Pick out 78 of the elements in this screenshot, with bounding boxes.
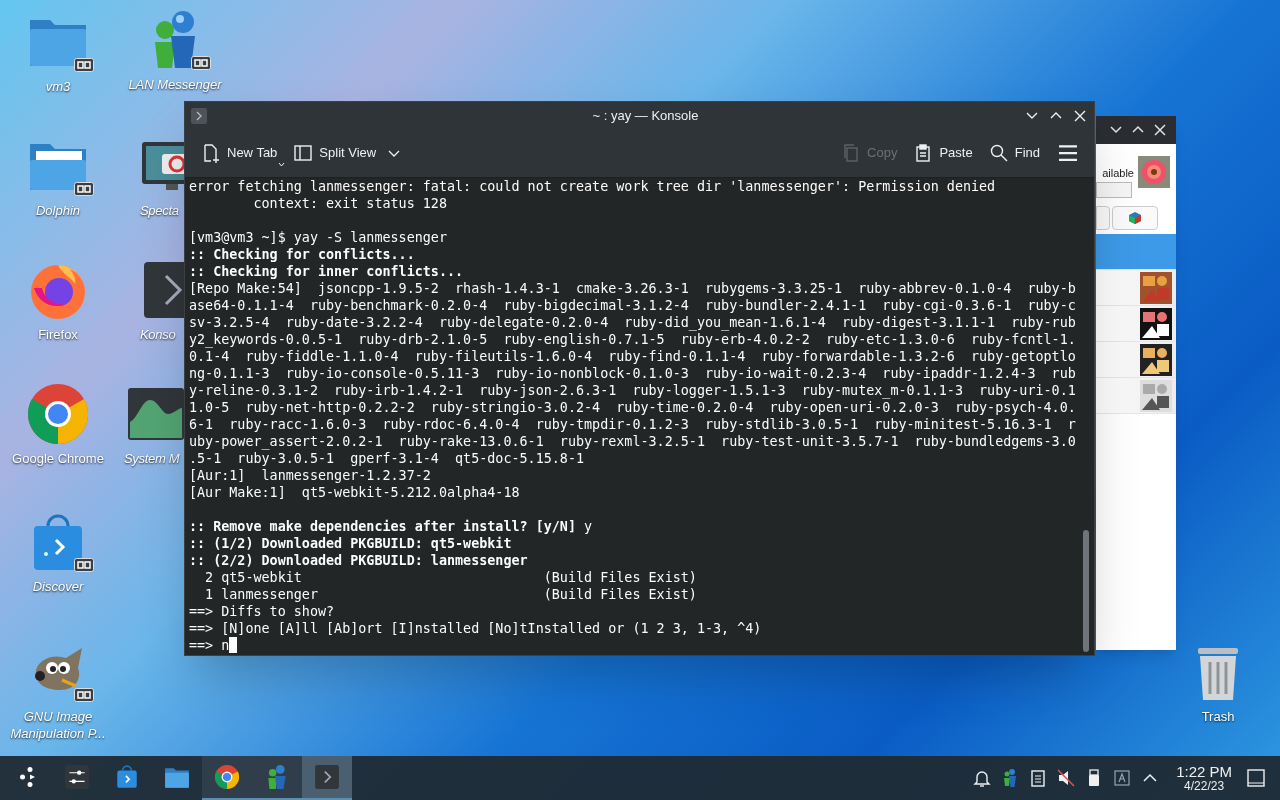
- terminal-line: :: Checking for conflicts...: [189, 246, 416, 263]
- clock-time[interactable]: 1:22 PM: [1176, 763, 1232, 780]
- chrome-icon: [214, 764, 240, 790]
- caret-icon: [278, 162, 286, 167]
- link-badge-icon: [191, 56, 211, 70]
- taskbar-app-button[interactable]: [202, 756, 252, 800]
- terminal-line: [Aur:1] lanmessenger-1.2.37-2: [189, 467, 432, 484]
- keyboard-layout-icon[interactable]: [1112, 768, 1133, 788]
- icon-label[interactable]: System M: [124, 450, 180, 467]
- icon-label[interactable]: Trash: [1201, 708, 1235, 725]
- terminal-line: :: Checking for inner conflicts...: [189, 263, 465, 280]
- text-field[interactable]: [1096, 182, 1132, 198]
- status-label: ailable: [1102, 166, 1134, 180]
- terminal-line: :: (1/2) Downloaded PKGBUILD: qt5-webkit: [189, 535, 513, 552]
- terminal-line: error fetching lanmessenger: fatal: could not create work tree dir 'lanmessenger': Permission denied: [189, 178, 997, 195]
- scrollbar-thumb[interactable]: [1083, 530, 1089, 652]
- cube-button[interactable]: [1112, 206, 1158, 230]
- paste-button[interactable]: Paste: [907, 137, 979, 169]
- find-button[interactable]: Find: [982, 137, 1046, 169]
- terminal-line: sv-3.2.5-4 ruby-date-3.2.2-4 ruby-delegate-0.2.0-4 ruby-did_you_mean-1.6.1-4 ruby-digest-3.1.1-1 ruby-rub: [189, 314, 1077, 331]
- link-badge-icon: [74, 58, 94, 72]
- launcher-icon: [19, 767, 35, 787]
- terminal-line: [Repo Make:54] jsoncpp-1.9.5-2 rhash-1.4.3-1 cmake-3.26.3-1 rubygems-3.3.25-1 ruby-abbrev-0.1.0-4 ruby-b: [189, 280, 1077, 297]
- search-icon: [988, 143, 1009, 163]
- terminal-line: ==> [N]one [A]ll [Ab]ort [I]nstalled [No]tInstalled or (1 2 3, 1-3, ^4): [189, 620, 763, 637]
- sliders-icon: [64, 764, 90, 790]
- new-tab-button[interactable]: New Tab: [195, 137, 284, 169]
- taskbar-app-button[interactable]: [302, 756, 352, 800]
- clock-date[interactable]: 4/22/23: [1184, 780, 1225, 793]
- terminal-line: y-reline-0.3.1-2 ruby-irb-1.4.2-1 ruby-json-2.6.3-1 ruby-logger-1.5.1-3 ruby-mutex_m-0.1.1-3 ruby-uri-0.1: [189, 382, 1077, 399]
- show-desktop-icon[interactable]: [1246, 768, 1266, 788]
- link-badge-icon: [74, 558, 94, 572]
- link-badge-icon: [74, 688, 94, 702]
- icon-label[interactable]: Specta: [140, 202, 179, 219]
- chrome-icon[interactable]: [26, 382, 90, 446]
- terminal-icon: [314, 764, 340, 790]
- terminal-line: [Aur Make:1] qt5-webkit-5.212.0alpha4-18: [189, 484, 521, 501]
- terminal-line: :: Remove make dependencies after install? [y/N] y: [189, 518, 594, 535]
- icon-label[interactable]: vm3: [45, 78, 71, 95]
- terminal-line: [vm3@vm3 ~]$ yay -S lanmessenger: [189, 229, 448, 246]
- list-row[interactable]: [1096, 378, 1176, 414]
- selected-row[interactable]: [1096, 234, 1176, 270]
- speaker-muted-icon[interactable]: [1056, 768, 1077, 788]
- list-row[interactable]: [1096, 306, 1176, 342]
- shopping-bag-icon: [114, 764, 140, 790]
- split-view-icon: [293, 143, 314, 163]
- terminal-line: ng-0.1.1-3 ruby-io-console-0.5.11-3 ruby-io-nonblock-0.1.0-3 ruby-io-wait-0.2.3-4 ruby-ipaddr-1.2.4-3 rub: [189, 365, 1077, 382]
- terminal-line: ==> Diffs to show?: [189, 603, 336, 620]
- terminal-line: ==> n: [189, 637, 1078, 654]
- icon-label[interactable]: Discover: [32, 578, 84, 595]
- terminal-line: uby-power_assert-2.0.2-1 ruby-rake-13.0.6-1 ruby-rexml-3.2.5-1 ruby-test-unit-3.5.7-1 ruby-bundledgems-3.0: [189, 433, 1077, 450]
- new-tab-icon: [201, 143, 221, 163]
- terminal-line: context: exit status 128: [252, 195, 448, 212]
- cube-icon: [1128, 211, 1142, 225]
- menu-icon: [1059, 145, 1077, 161]
- icon-label[interactable]: Konso: [140, 326, 176, 343]
- close-icon[interactable]: [1152, 122, 1168, 138]
- terminal-line: y2_keywords-0.0.5-1 ruby-drb-2.1.0-5 ruby-english-0.7.1-5 ruby-erb-4.0.2-2 ruby-etc-1.3.0-6 ruby-fcntl-1.: [189, 331, 1077, 348]
- terminal-line: 1.0-5 ruby-net-http-0.2.2-2 ruby-stringio-3.0.2-4 ruby-time-0.2.0-4 ruby-open-uri-0.2.0-3 ruby-psych-4.0.: [189, 399, 1077, 416]
- split-button[interactable]: Split View: [287, 137, 407, 169]
- terminal-line: ase64-0.1.1-4 ruby-benchmark-0.2.0-4 ruby-bigdecimal-3.1.2-4 ruby-bundler-2.4.1-1 ruby-cgi-0.3.6-1 ruby-c: [189, 297, 1077, 314]
- icon-label[interactable]: Dolphin: [35, 202, 81, 219]
- terminal-line: .5-1 ruby-3.0.5-1 gperf-3.1-4 qt5-doc-5.15.8-1: [189, 450, 586, 467]
- icon-label[interactable]: Firefox: [38, 326, 78, 343]
- notification-bell-icon[interactable]: [972, 768, 993, 788]
- link-badge-icon: [74, 182, 94, 196]
- window-title: ~ : yay — Konsole: [591, 106, 700, 125]
- icon-label[interactable]: LAN Messenger: [128, 76, 222, 93]
- terminal-line: 2 qt5-webkit (Build Files Exist): [204, 569, 698, 586]
- icon-label[interactable]: Google Chrome: [12, 450, 104, 467]
- list-row[interactable]: [1096, 342, 1176, 378]
- terminal-icon[interactable]: [191, 107, 207, 124]
- terminal-line: 1 lanmessenger (Build Files Exist): [204, 586, 698, 603]
- terminal-line: 6-1 ruby-racc-1.6.0-3 ruby-rdoc-6.4.0-4 ruby-tmpdir-0.1.2-3 ruby-stdlib-3.0.5-1 ruby-minitest-5.16.3-1 r: [189, 416, 1077, 433]
- terminal-line: 0.1-4 ruby-fiddle-1.1.0-4 ruby-fileutils-1.6.0-4 ruby-find-0.1.1-4 ruby-forwardable-1.3.2-6 ruby-getoptlo: [189, 348, 1077, 365]
- terminal-line: :: (2/2) Downloaded PKGBUILD: lanmessenger: [189, 552, 529, 569]
- icon-label[interactable]: GNU Image Manipulation P...: [0, 708, 116, 742]
- taskbar-app-button[interactable]: [252, 756, 302, 800]
